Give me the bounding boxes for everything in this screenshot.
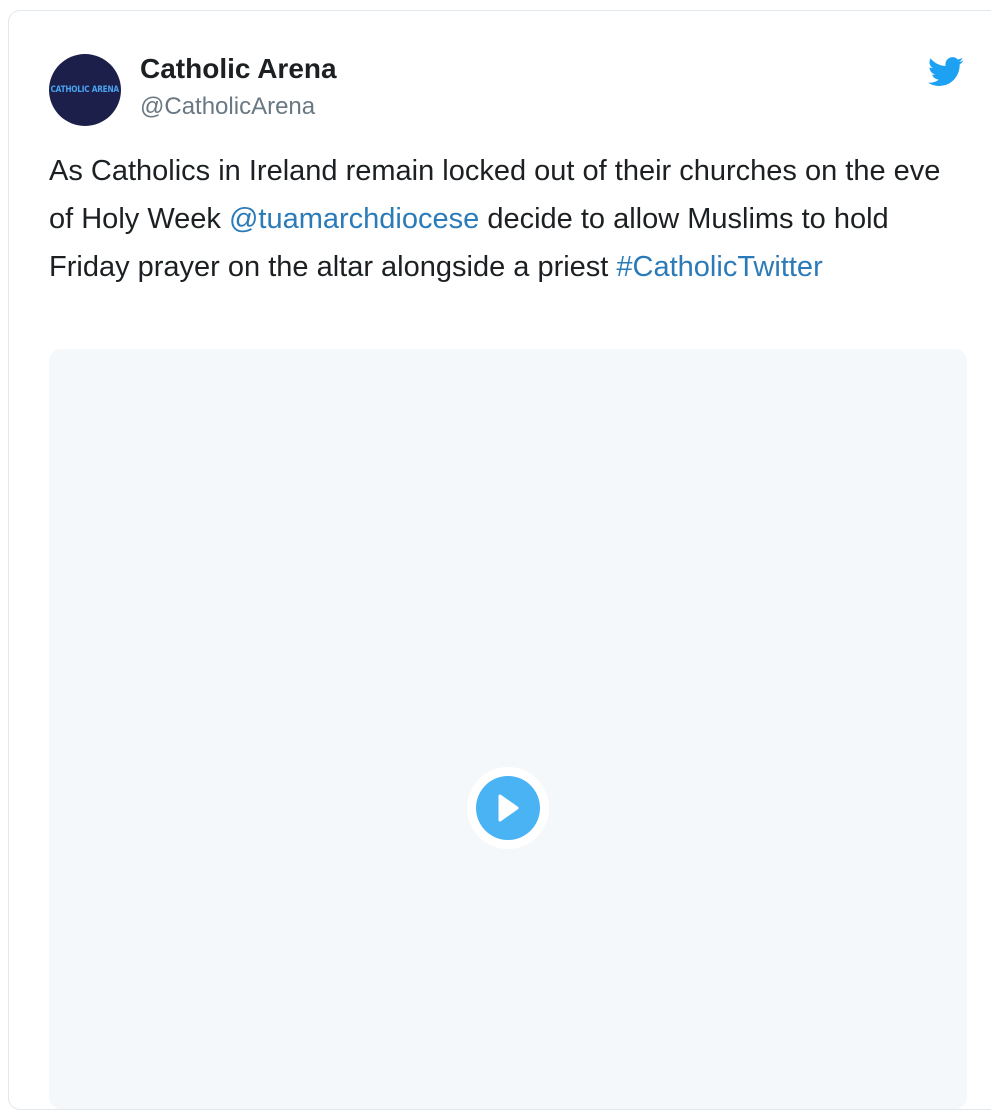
mention-link[interactable]: @tuamarchdiocese bbox=[229, 203, 479, 235]
tweet-text: As Catholics in Ireland remain locked ou… bbox=[49, 147, 949, 291]
twitter-bird-icon[interactable] bbox=[928, 57, 964, 87]
play-button-circle bbox=[476, 776, 540, 840]
author-handle[interactable]: @CatholicArena bbox=[140, 93, 315, 121]
author-name[interactable]: Catholic Arena bbox=[140, 53, 337, 85]
avatar-logo-text: CATHOLIC ARENA bbox=[50, 85, 120, 95]
play-button[interactable] bbox=[467, 767, 549, 849]
tweet-header: CATHOLIC ARENA Catholic Arena @CatholicA… bbox=[49, 51, 979, 131]
play-icon bbox=[498, 794, 519, 822]
tweet-card[interactable]: CATHOLIC ARENA Catholic Arena @CatholicA… bbox=[8, 10, 991, 1110]
avatar[interactable]: CATHOLIC ARENA bbox=[49, 54, 121, 126]
hashtag-link[interactable]: #CatholicTwitter bbox=[616, 251, 822, 283]
video-media[interactable] bbox=[49, 349, 967, 1109]
